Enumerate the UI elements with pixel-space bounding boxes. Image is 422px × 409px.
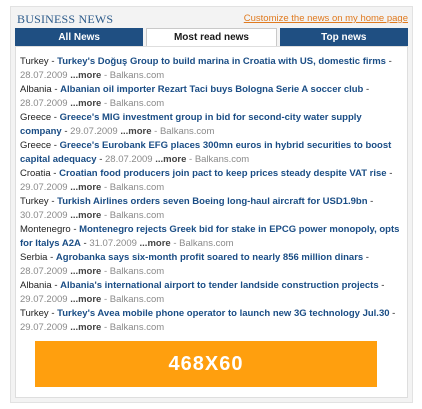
news-item: Serbia - Agrobanka says six-month profit…	[20, 252, 369, 277]
news-tabs: All News Most read news Top news	[15, 28, 408, 46]
news-source: Balkans.com	[109, 321, 165, 333]
news-country: Albania	[20, 280, 52, 291]
news-date: 28.07.2009	[20, 69, 68, 81]
news-country: Turkey	[20, 56, 49, 67]
more-link[interactable]: ...more	[70, 266, 101, 277]
news-item: Turkey - Turkey's Doğuş Group to build m…	[20, 56, 392, 81]
news-item: Croatia - Croatian food producers join p…	[20, 168, 393, 193]
news-country: Albania	[20, 84, 52, 95]
news-date: 28.07.2009	[20, 97, 68, 109]
news-country: Croatia	[20, 168, 51, 179]
news-list: Turkey - Turkey's Doğuş Group to build m…	[20, 55, 402, 335]
news-content-panel: Turkey - Turkey's Doğuş Group to build m…	[15, 46, 408, 398]
more-link[interactable]: ...more	[120, 126, 151, 137]
news-headline-link[interactable]: Albania's international airport to tende…	[60, 280, 378, 291]
tab-top-news[interactable]: Top news	[279, 28, 408, 46]
news-date: 31.07.2009	[89, 237, 137, 249]
more-link[interactable]: ...more	[70, 322, 101, 333]
news-headline-link[interactable]: Croatian food producers join pact to kee…	[59, 168, 386, 179]
more-link[interactable]: ...more	[70, 182, 101, 193]
widget-header: BUSINESS NEWS Customize the news on my h…	[11, 7, 412, 26]
ad-banner[interactable]: 468X60	[35, 341, 377, 387]
news-source: Balkans.com	[159, 125, 215, 137]
news-source: Balkans.com	[109, 97, 165, 109]
news-headline-link[interactable]: Turkey's Avea mobile phone operator to l…	[57, 308, 389, 319]
customize-news-link[interactable]: Customize the news on my home page	[244, 13, 408, 24]
tab-all-news[interactable]: All News	[15, 28, 144, 46]
news-country: Serbia	[20, 252, 48, 263]
news-source: Balkans.com	[109, 265, 165, 277]
news-date: 28.07.2009	[105, 153, 153, 165]
news-date: 29.07.2009	[20, 321, 68, 333]
news-item: Albania - Albania's international airpor…	[20, 280, 385, 305]
more-link[interactable]: ...more	[70, 98, 101, 109]
news-country: Montenegro	[20, 224, 71, 235]
news-date: 29.07.2009	[70, 125, 118, 137]
more-link[interactable]: ...more	[70, 210, 101, 221]
news-country: Greece	[20, 140, 52, 151]
news-headline-link[interactable]: Agrobanka says six-month profit soared t…	[56, 252, 363, 263]
news-item: Turkey - Turkey's Avea mobile phone oper…	[20, 308, 396, 333]
widget-title: BUSINESS NEWS	[17, 12, 114, 26]
news-source: Balkans.com	[109, 209, 165, 221]
news-item: Turkey - Turkish Airlines orders seven B…	[20, 196, 374, 221]
news-date: 28.07.2009	[20, 265, 68, 277]
news-headline-link[interactable]: Turkey's Doğuş Group to build marina in …	[57, 56, 386, 67]
news-country: Turkey	[20, 196, 49, 207]
news-country: Turkey	[20, 308, 49, 319]
news-item: Montenegro - Montenegro rejects Greek bi…	[20, 224, 400, 249]
news-source: Balkans.com	[109, 293, 165, 305]
news-headline-link[interactable]: Albanian oil importer Rezart Taci buys B…	[60, 84, 363, 95]
news-source: Balkans.com	[109, 181, 165, 193]
news-item: Greece - Greece's Eurobank EFG places 30…	[20, 140, 392, 165]
news-date: 30.07.2009	[20, 209, 68, 221]
news-date: 29.07.2009	[20, 181, 68, 193]
more-link[interactable]: ...more	[70, 294, 101, 305]
news-source: Balkans.com	[194, 153, 250, 165]
news-headline-link[interactable]: Turkish Airlines orders seven Boeing lon…	[57, 196, 367, 207]
news-item: Albania - Albanian oil importer Rezart T…	[20, 84, 370, 109]
more-link[interactable]: ...more	[155, 154, 186, 165]
business-news-widget: BUSINESS NEWS Customize the news on my h…	[10, 6, 413, 403]
news-date: 29.07.2009	[20, 293, 68, 305]
news-country: Greece	[20, 112, 52, 123]
tab-most-read-news[interactable]: Most read news	[146, 28, 277, 46]
news-source: Balkans.com	[109, 69, 165, 81]
more-link[interactable]: ...more	[70, 70, 101, 81]
news-source: Balkans.com	[179, 237, 234, 249]
news-item: Greece - Greece's MIG investment group i…	[20, 112, 362, 137]
more-link[interactable]: ...more	[140, 238, 171, 249]
